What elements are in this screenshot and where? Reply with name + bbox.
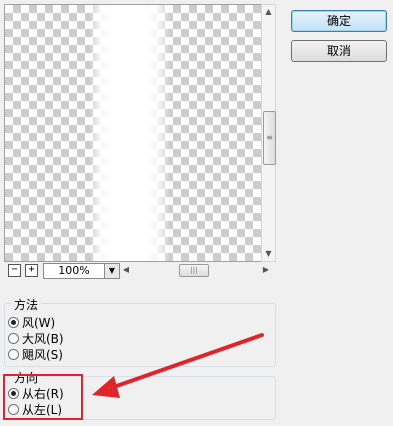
radio-label: 从右(R)	[22, 386, 64, 401]
radio-button-icon[interactable]	[8, 316, 19, 328]
ok-button[interactable]: 确定	[291, 10, 387, 32]
zoom-dropdown-arrow-icon[interactable]: ▼	[104, 263, 120, 279]
preview-horizontal-scrollbar[interactable]: ◀ ||| ▶	[121, 264, 271, 277]
radio-button-icon[interactable]	[8, 348, 19, 360]
filter-preview[interactable]	[4, 4, 262, 262]
vertical-scroll-thumb[interactable]: ≡	[263, 111, 276, 165]
radio-button-icon[interactable]	[8, 403, 19, 415]
radio-from-right[interactable]: 从右(R)	[8, 386, 64, 401]
scroll-up-arrow-icon[interactable]: ▲	[262, 5, 275, 19]
radio-label: 从左(L)	[22, 402, 63, 417]
zoom-out-button[interactable]: −	[8, 264, 21, 277]
zoom-in-button[interactable]: +	[25, 264, 38, 277]
radio-button-icon[interactable]	[8, 332, 19, 344]
radio-wind[interactable]: 风(W)	[8, 315, 56, 330]
wind-streak-preview	[90, 5, 170, 261]
radio-button-icon[interactable]	[8, 387, 19, 399]
radio-label: 大风(B)	[22, 331, 64, 346]
radio-label: 飓风(S)	[22, 347, 63, 362]
preview-vertical-scrollbar[interactable]: ▲ ≡ ▼	[261, 4, 276, 262]
scroll-right-arrow-icon[interactable]: ▶	[261, 264, 271, 276]
radio-blast[interactable]: 大风(B)	[8, 331, 64, 346]
zoom-level-field[interactable]: 100%	[43, 263, 105, 279]
cancel-button[interactable]: 取消	[291, 40, 387, 62]
radio-from-left[interactable]: 从左(L)	[8, 402, 63, 417]
radio-label: 风(W)	[22, 315, 56, 330]
radio-stagger[interactable]: 飓风(S)	[8, 347, 63, 362]
direction-group: 方向 从右(R) 从左(L)	[4, 369, 276, 420]
method-group-title: 方法	[11, 296, 42, 313]
scroll-down-arrow-icon[interactable]: ▼	[262, 247, 275, 261]
method-group: 方法 风(W) 大风(B) 飓风(S)	[4, 296, 276, 367]
zoom-bar: − + 100% ▼ ◀ ||| ▶	[8, 263, 278, 280]
horizontal-scroll-thumb[interactable]: |||	[179, 264, 209, 277]
direction-group-title: 方向	[11, 369, 42, 386]
scroll-left-arrow-icon[interactable]: ◀	[121, 264, 131, 276]
